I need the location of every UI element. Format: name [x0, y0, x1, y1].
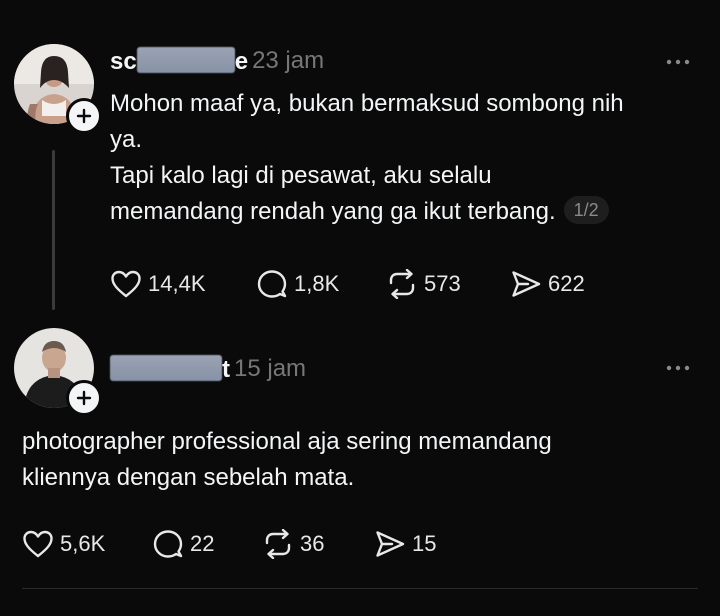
timestamp: 15 jam	[234, 355, 307, 382]
like-count: 5,6K	[60, 531, 106, 556]
username[interactable]: t	[110, 354, 230, 384]
follow-button[interactable]	[66, 380, 102, 416]
plus-icon	[76, 390, 92, 406]
reply-button[interactable]: 22	[152, 528, 214, 560]
repost-icon	[265, 529, 291, 559]
more-options-button[interactable]	[663, 358, 693, 378]
username-redaction	[110, 354, 222, 381]
repost-button[interactable]: 36	[262, 528, 324, 560]
send-icon	[376, 531, 405, 557]
reply-count: 22	[190, 531, 215, 556]
comment-icon	[153, 530, 183, 558]
like-button[interactable]: 5,6K	[22, 528, 105, 560]
share-button[interactable]: 15	[374, 528, 436, 560]
post-body: photographer professional aja sering mem…	[22, 424, 702, 496]
post-header: t 15 jam	[110, 354, 306, 384]
post-text-line: kliennya dengan sebelah mata.	[22, 464, 355, 491]
repost-count: 36	[300, 531, 325, 556]
thread-post-2: t 15 jam photographer professional aja s…	[0, 0, 720, 600]
divider	[22, 588, 698, 589]
heart-icon	[23, 530, 53, 558]
more-dots-icon	[666, 365, 690, 371]
username-visible-end: t	[222, 355, 230, 383]
action-bar: 5,6K 22 36 15	[22, 528, 582, 560]
post-text-line: photographer professional aja sering mem…	[22, 428, 552, 455]
share-count: 15	[412, 531, 437, 556]
